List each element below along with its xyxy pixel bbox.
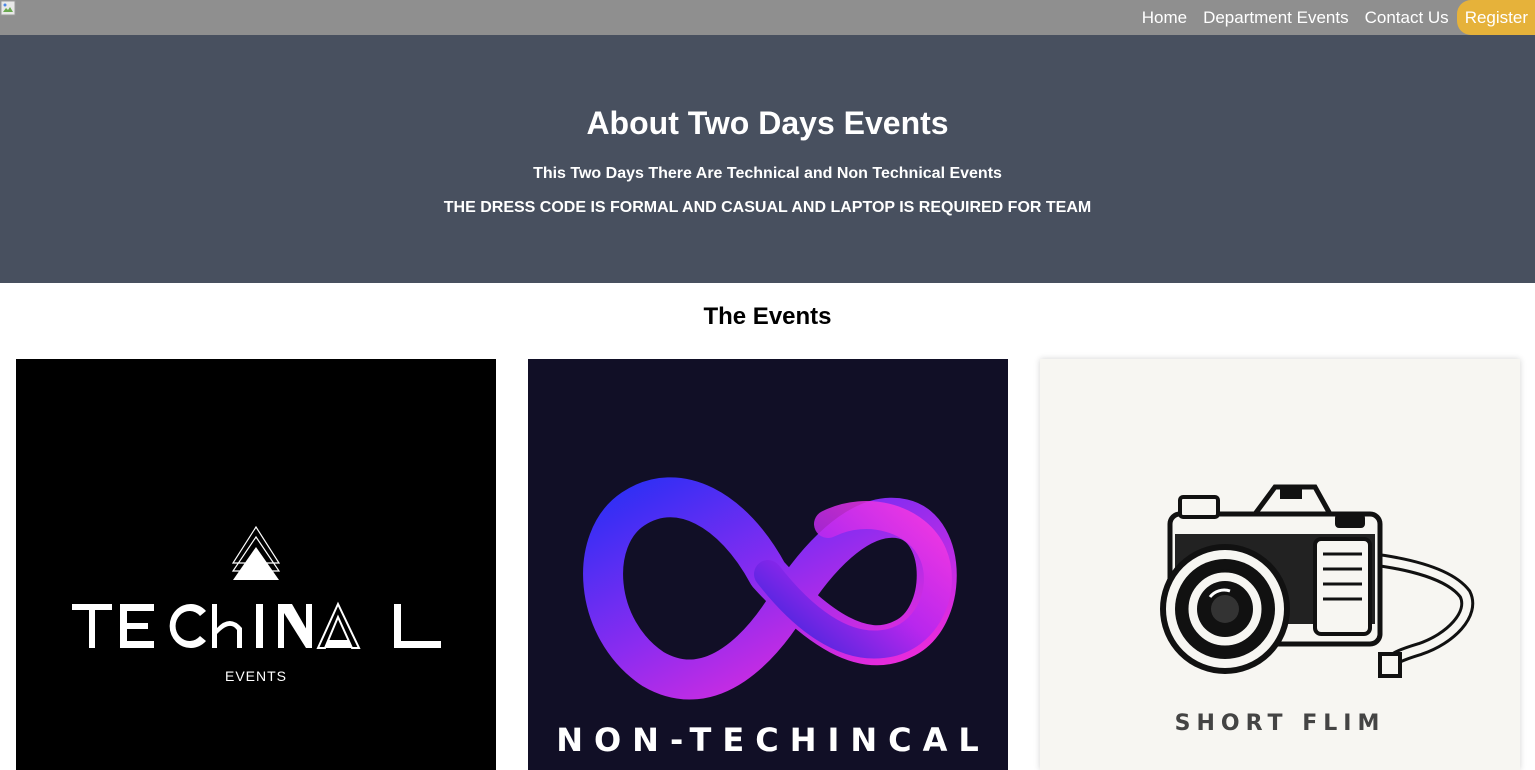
event-card-non-technical[interactable]: NON-TECHINCAL [528, 359, 1008, 770]
short-film-logo-text: SHORT FLIM [1174, 711, 1386, 736]
hero-dress-code: THE DRESS CODE IS FORMAL AND CASUAL AND … [443, 199, 1092, 216]
triangles-icon [231, 525, 281, 580]
event-card-technical[interactable]: EVENTS [16, 359, 496, 770]
events-heading: The Events [703, 303, 832, 330]
nav-contact-us-link[interactable]: Contact Us [1357, 0, 1457, 35]
register-button[interactable]: Register [1456, 0, 1535, 35]
nav-department-events-link[interactable]: Department Events [1195, 0, 1357, 35]
about-hero: About Two Days Events This Two Days Ther… [0, 35, 1535, 283]
broken-image-icon [0, 0, 16, 16]
hero-title: About Two Days Events [586, 105, 949, 141]
non-technical-logo-text: NON-TECHINCAL [556, 721, 990, 759]
hero-description: This Two Days There Are Technical and No… [533, 165, 1002, 182]
infinity-icon [583, 477, 957, 700]
nav-home-link[interactable]: Home [1134, 0, 1195, 35]
technical-wordmark [72, 601, 441, 649]
technical-logo [72, 525, 441, 649]
nav-links: Home Department Events Contact Us Regist… [1134, 0, 1535, 35]
event-card-short-film[interactable]: SHORT FLIM [1040, 359, 1520, 770]
camera-icon [1160, 484, 1475, 678]
navbar: Home Department Events Contact Us Regist… [0, 0, 1535, 35]
technical-logo-subtext: EVENTS [224, 668, 287, 684]
